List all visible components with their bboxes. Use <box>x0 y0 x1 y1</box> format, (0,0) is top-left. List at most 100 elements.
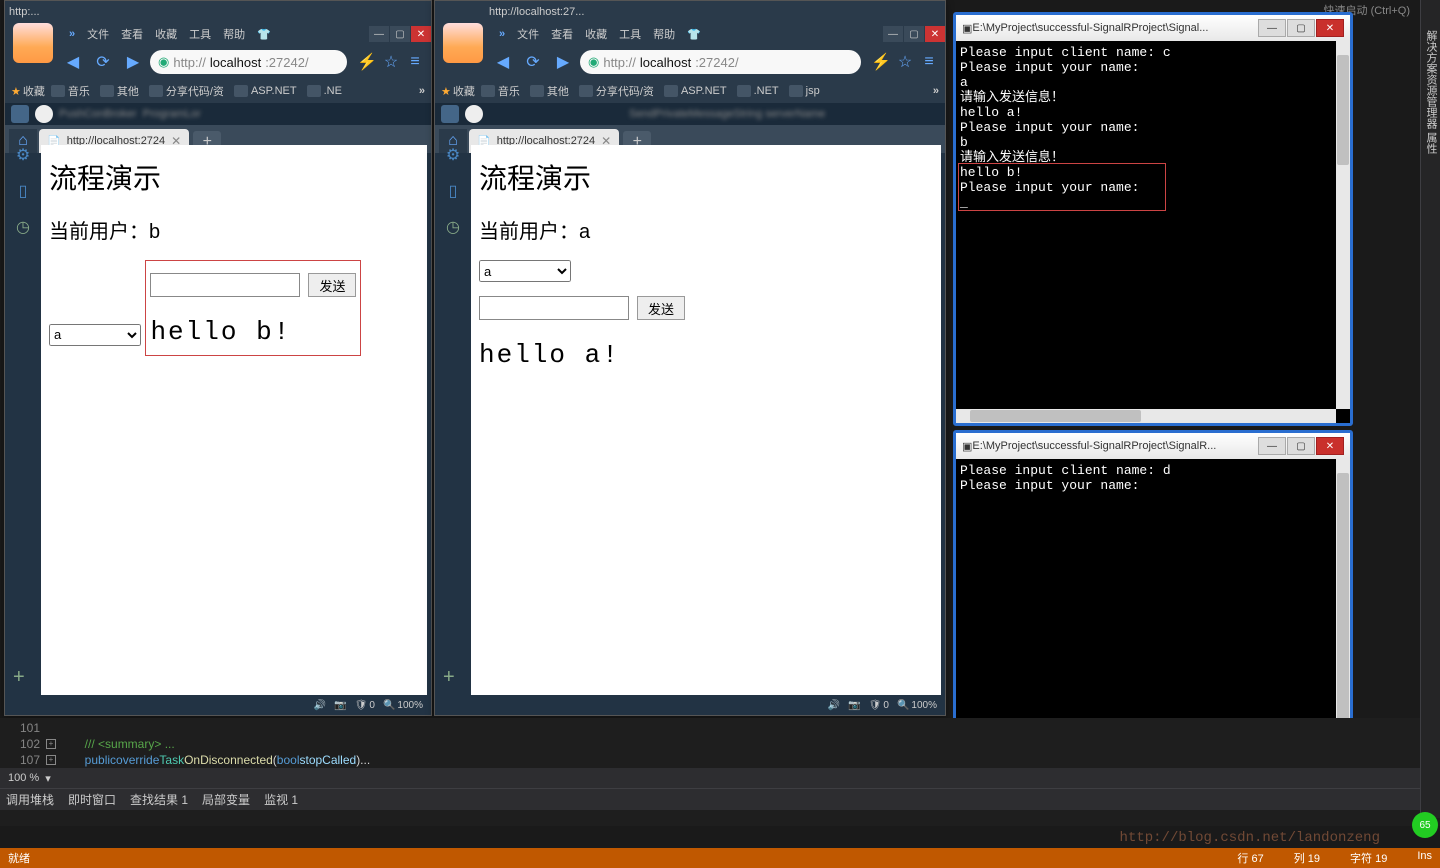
menu-fav[interactable]: 收藏 <box>151 26 181 42</box>
tshirt-icon[interactable]: 👕 <box>253 28 275 41</box>
camera-icon[interactable]: 📷 <box>334 700 346 711</box>
flash-icon[interactable]: ⚡ <box>357 52 377 72</box>
close-button[interactable]: ✕ <box>1316 19 1344 37</box>
minimize-button[interactable]: — <box>883 26 903 42</box>
chevron-right-icon[interactable]: » <box>65 28 79 40</box>
bookmark-folder[interactable]: .NET <box>733 85 783 97</box>
maximize-button[interactable]: ▢ <box>1287 19 1315 37</box>
close-button[interactable]: ✕ <box>411 26 431 42</box>
right-sidebar[interactable]: 解决方案资源管理器 属性 <box>1420 0 1440 818</box>
volume-icon[interactable]: 🔊 <box>314 700 326 711</box>
bookmark-folder[interactable]: 其他 <box>96 83 143 99</box>
refresh-button[interactable]: ⟳ <box>90 49 116 75</box>
menu-help[interactable]: 帮助 <box>649 26 679 42</box>
chevron-right-icon[interactable]: » <box>495 28 509 40</box>
title-bar[interactable]: http:... <box>5 1 431 23</box>
fold-icon[interactable]: + <box>46 739 56 749</box>
mobile-icon[interactable]: ▯ <box>19 181 28 201</box>
bookmark-folder[interactable]: 分享代码/资 <box>145 83 228 99</box>
ext-icon[interactable] <box>11 105 29 123</box>
volume-icon[interactable]: 🔊 <box>828 700 840 711</box>
fav-star-icon[interactable]: ★ <box>11 85 21 98</box>
menu-help[interactable]: 帮助 <box>219 26 249 42</box>
forward-button[interactable]: ▶ <box>120 49 146 75</box>
menu-file[interactable]: 文件 <box>83 26 113 42</box>
ext-icon[interactable] <box>465 105 483 123</box>
close-button[interactable]: ✕ <box>925 26 945 42</box>
send-button[interactable]: 发送 <box>637 296 685 320</box>
menu-icon[interactable]: ≡ <box>405 52 425 72</box>
minimize-button[interactable]: — <box>1258 437 1286 455</box>
message-input[interactable] <box>150 273 300 297</box>
star-icon[interactable]: ☆ <box>381 52 401 72</box>
bookmark-folder[interactable]: ASP.NET <box>230 85 301 97</box>
expand-button[interactable]: » <box>933 85 939 97</box>
fold-icon[interactable]: + <box>46 755 56 765</box>
flash-icon[interactable]: ⚡ <box>871 52 891 72</box>
console-titlebar[interactable]: ▣ E:\MyProject\successful-SignalRProject… <box>956 15 1350 41</box>
tab-watch[interactable]: 监视 1 <box>264 791 298 808</box>
zoom-control[interactable]: 🔍100% <box>383 700 423 711</box>
add-button[interactable]: + <box>443 666 455 689</box>
minimize-button[interactable]: — <box>369 26 389 42</box>
right-sidebar-label[interactable]: 解决方案资源管理器 属性 <box>1421 0 1440 184</box>
tab-find-results[interactable]: 查找结果 1 <box>130 791 188 808</box>
vertical-scrollbar[interactable] <box>1336 41 1350 409</box>
tab-callstack[interactable]: 调用堆栈 <box>6 791 54 808</box>
avatar-icon[interactable] <box>443 23 483 63</box>
bookmark-folder[interactable]: 分享代码/资 <box>575 83 658 99</box>
menu-fav[interactable]: 收藏 <box>581 26 611 42</box>
bookmark-folder[interactable]: .NE <box>303 85 346 97</box>
bookmark-folder[interactable]: ASP.NET <box>660 85 731 97</box>
notification-badge[interactable]: 65 <box>1412 812 1438 838</box>
gear-icon[interactable]: ⚙ <box>16 145 30 165</box>
address-bar[interactable]: ◉ http://localhost:27242/ <box>150 50 347 74</box>
horizontal-scrollbar[interactable] <box>956 409 1336 423</box>
shield-icon[interactable]: 🛡0 <box>869 700 889 711</box>
shield-icon[interactable]: 🛡0 <box>355 700 375 711</box>
user-select[interactable]: a <box>49 324 141 346</box>
console-output[interactable]: Please input client name: c Please input… <box>956 41 1336 409</box>
bookmark-folder[interactable]: 音乐 <box>477 83 524 99</box>
zoom-level[interactable]: 100 % <box>8 772 39 784</box>
menu-file[interactable]: 文件 <box>513 26 543 42</box>
fav-star-icon[interactable]: ★ <box>441 85 451 98</box>
menu-icon[interactable]: ≡ <box>919 52 939 72</box>
forward-button[interactable]: ▶ <box>550 49 576 75</box>
address-bar[interactable]: ◉ http://localhost:27242/ <box>580 50 861 74</box>
camera-icon[interactable]: 📷 <box>848 700 860 711</box>
back-button[interactable]: ◀ <box>60 49 86 75</box>
refresh-button[interactable]: ⟳ <box>520 49 546 75</box>
bookmark-folder[interactable]: 其他 <box>526 83 573 99</box>
bookmark-folder[interactable]: jsp <box>785 85 824 97</box>
clock-icon[interactable]: ◷ <box>16 217 30 237</box>
title-bar[interactable]: http://localhost:27... <box>435 1 945 23</box>
star-icon[interactable]: ☆ <box>895 52 915 72</box>
ext-icon[interactable] <box>441 105 459 123</box>
message-input[interactable] <box>479 296 629 320</box>
bookmark-folder[interactable]: 音乐 <box>47 83 94 99</box>
menu-tools[interactable]: 工具 <box>185 26 215 42</box>
ext-icon[interactable] <box>35 105 53 123</box>
console-titlebar[interactable]: ▣ E:\MyProject\successful-SignalRProject… <box>956 433 1350 459</box>
zoom-control[interactable]: 🔍100% <box>897 700 937 711</box>
maximize-button[interactable]: ▢ <box>1287 437 1315 455</box>
menu-view[interactable]: 查看 <box>547 26 577 42</box>
back-button[interactable]: ◀ <box>490 49 516 75</box>
clock-icon[interactable]: ◷ <box>446 217 460 237</box>
bookmarks-label[interactable]: 收藏 <box>453 83 475 99</box>
menu-tools[interactable]: 工具 <box>615 26 645 42</box>
code-editor[interactable]: 101 102+ /// <summary> ... 107+ public o… <box>0 718 1440 768</box>
minimize-button[interactable]: — <box>1258 19 1286 37</box>
maximize-button[interactable]: ▢ <box>904 26 924 42</box>
mobile-icon[interactable]: ▯ <box>449 181 458 201</box>
avatar-icon[interactable] <box>13 23 53 63</box>
gear-icon[interactable]: ⚙ <box>446 145 460 165</box>
tab-immediate[interactable]: 即时窗口 <box>68 791 116 808</box>
maximize-button[interactable]: ▢ <box>390 26 410 42</box>
tshirt-icon[interactable]: 👕 <box>683 28 705 41</box>
close-button[interactable]: ✕ <box>1316 437 1344 455</box>
chevron-down-icon[interactable]: ▾ <box>45 772 51 785</box>
bookmarks-label[interactable]: 收藏 <box>23 83 45 99</box>
expand-button[interactable]: » <box>419 85 425 97</box>
